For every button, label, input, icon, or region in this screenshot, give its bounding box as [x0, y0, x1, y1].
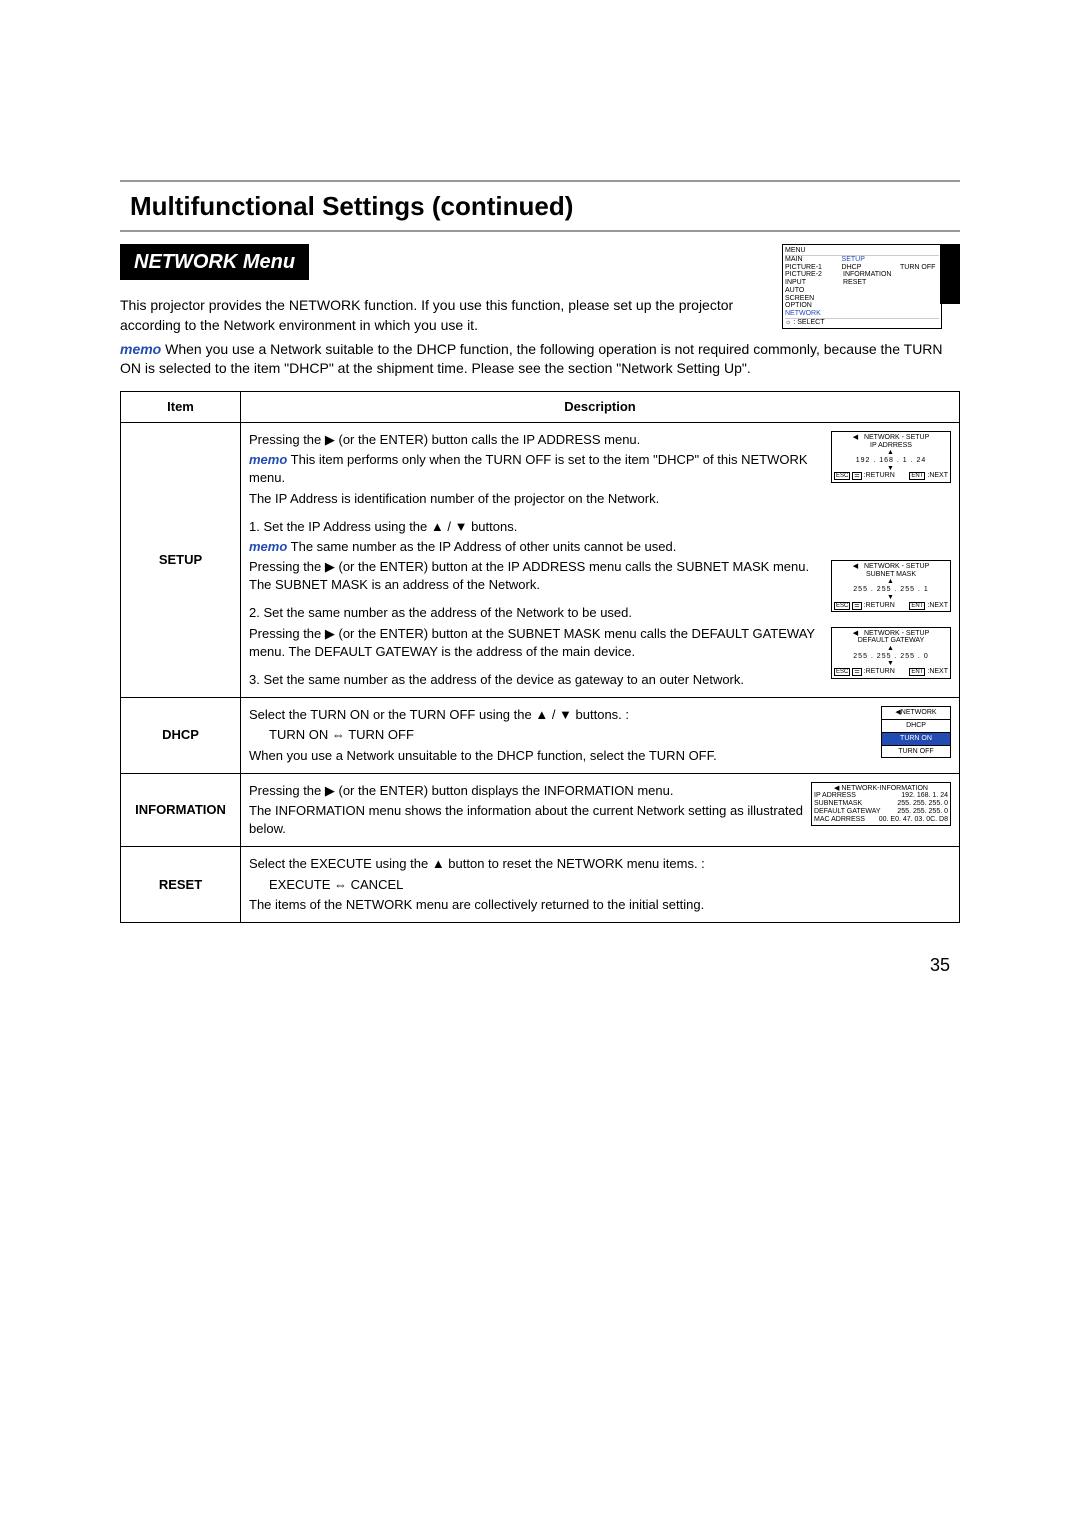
- side-tab: [940, 244, 960, 304]
- section-title-bar: Multifunctional Settings (continued): [120, 180, 960, 232]
- settings-table: Item Description SETUP ◀ NETWORK - SETUP…: [120, 391, 960, 923]
- intro-paragraph-2: When you use a Network suitable to the D…: [120, 341, 943, 377]
- menu-heading: NETWORK Menu: [120, 244, 309, 280]
- up-arrow-icon: ▲: [432, 856, 445, 871]
- row-setup: SETUP ◀ NETWORK - SETUP IP ADRRESS ▲ 192…: [121, 422, 960, 697]
- osd-default-gateway: ◀ NETWORK - SETUP DEFAULT GATEWAY ▲ 255 …: [831, 627, 951, 679]
- col-description: Description: [241, 391, 960, 422]
- row-dhcp: DHCP ◀NETWORK DHCP TURN ON TURN OFF Sele…: [121, 698, 960, 774]
- updown-arrow-icon: ▲ / ▼: [431, 519, 468, 534]
- osd-ip-address: ◀ NETWORK - SETUP IP ADRRESS ▲ 192 . 168…: [831, 431, 951, 483]
- memo-label: memo: [120, 341, 161, 357]
- section-title: Multifunctional Settings (continued): [130, 188, 950, 224]
- osd-information: ◀ NETWORK-INFORMATION IP ADRRESS192. 168…: [811, 782, 951, 826]
- osd-main-menu: MENU MAINSETUP PICTURE-1DHCPTURN OFF PIC…: [782, 244, 942, 329]
- col-item: Item: [121, 391, 241, 422]
- osd-subnet-mask: ◀ NETWORK - SETUP SUBNET MASK ▲ 255 . 25…: [831, 560, 951, 612]
- page-number: 35: [120, 953, 960, 978]
- item-reset: RESET: [121, 847, 241, 923]
- intro-paragraph-1: This projector provides the NETWORK func…: [120, 297, 733, 333]
- right-arrow-icon: ▶: [325, 432, 335, 447]
- osd-dhcp: ◀NETWORK DHCP TURN ON TURN OFF: [881, 706, 951, 758]
- item-information: INFORMATION: [121, 773, 241, 847]
- item-setup: SETUP: [121, 422, 241, 697]
- row-reset: RESET Select the EXECUTE using the ▲ but…: [121, 847, 960, 923]
- item-dhcp: DHCP: [121, 698, 241, 774]
- row-information: INFORMATION ◀ NETWORK-INFORMATION IP ADR…: [121, 773, 960, 847]
